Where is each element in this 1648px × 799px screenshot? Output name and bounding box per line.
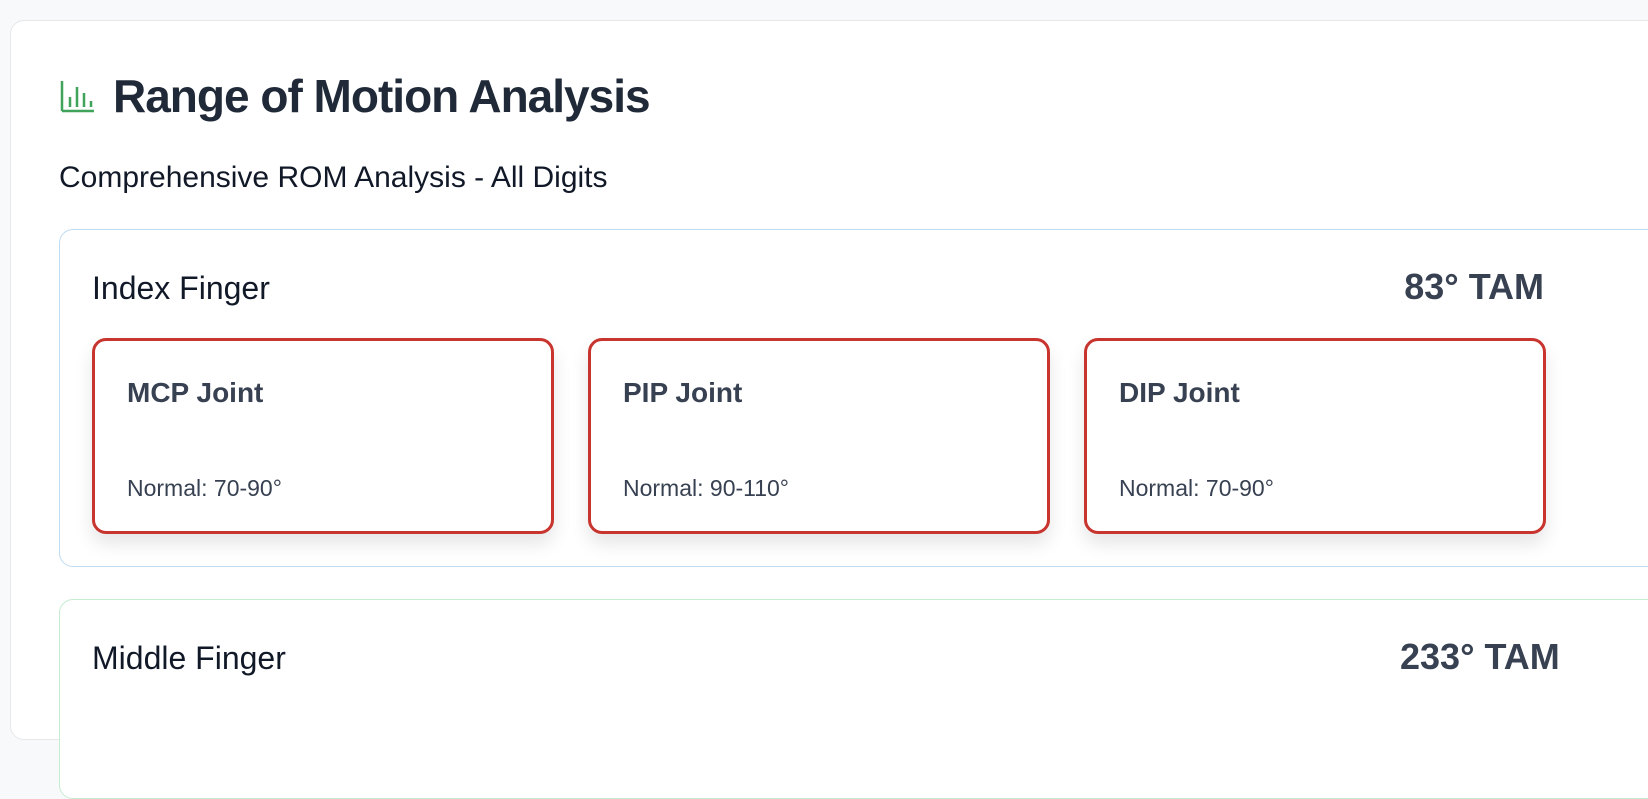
joint-list: MCP Joint Normal: 70-90° PIP Joint Norma… [92,338,1546,534]
joint-name: PIP Joint [623,377,743,408]
joint-card-dip[interactable]: DIP Joint Normal: 70-90° [1084,338,1546,534]
digit-tam-value: 83° TAM [1404,266,1544,307]
joint-card-pip[interactable]: PIP Joint Normal: 90-110° [588,338,1050,534]
page-title: Range of Motion Analysis [113,70,651,122]
bar-chart-icon [59,78,95,114]
digit-panel-index: Index Finger 83° TAM MCP Joint Normal: 7… [59,229,1648,567]
joint-normal-range: Normal: 70-90° [1119,475,1274,501]
page-header: Range of Motion Analysis [59,69,651,123]
digit-tam-value: 233° TAM [1400,636,1560,677]
digit-name: Middle Finger [92,640,286,676]
section-subtitle: Comprehensive ROM Analysis - All Digits [59,161,608,194]
joint-name: DIP Joint [1119,377,1240,408]
rom-analysis-card: Range of Motion Analysis Comprehensive R… [10,20,1648,799]
digit-panel-middle: Middle Finger 233° TAM [59,599,1648,799]
joint-name: MCP Joint [127,377,264,408]
digit-name: Index Finger [92,270,270,306]
joint-card-mcp[interactable]: MCP Joint Normal: 70-90° [92,338,554,534]
joint-normal-range: Normal: 70-90° [127,475,282,501]
joint-normal-range: Normal: 90-110° [623,475,790,501]
